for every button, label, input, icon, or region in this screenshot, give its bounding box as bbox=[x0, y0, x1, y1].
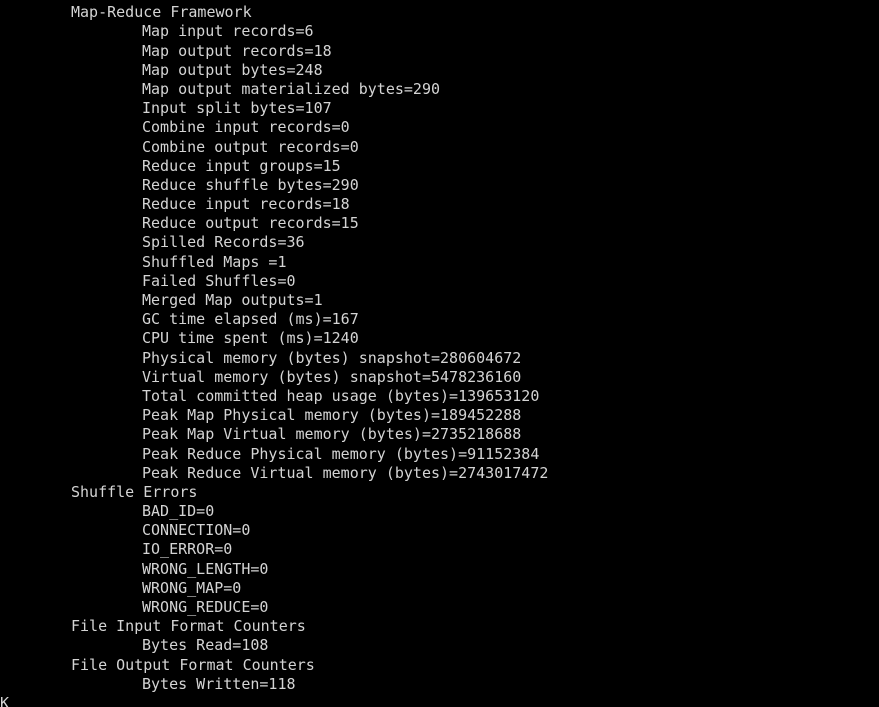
counter-line: IO_ERROR=0 bbox=[142, 540, 233, 559]
counter-line: Input split bytes=107 bbox=[142, 99, 332, 118]
counter-line: Reduce input records=18 bbox=[142, 195, 350, 214]
counter-line: Reduce input groups=15 bbox=[142, 156, 341, 175]
section-header-file-output-format-counters: File Output Format Counters bbox=[71, 655, 315, 674]
section-header-map-reduce-framework: Map-Reduce Framework bbox=[71, 3, 252, 22]
counter-line: Peak Map Physical memory (bytes)=1894522… bbox=[142, 406, 522, 425]
counter-line: CONNECTION=0 bbox=[142, 521, 251, 540]
terminal-window[interactable]: Map-Reduce Framework Map input records=6… bbox=[0, 0, 879, 707]
counter-line: Physical memory (bytes) snapshot=2806046… bbox=[142, 348, 522, 367]
counter-line: Shuffled Maps =1 bbox=[142, 252, 287, 271]
counter-line: WRONG_MAP=0 bbox=[142, 578, 242, 597]
counter-line: Map output records=18 bbox=[142, 41, 332, 60]
counter-line: Reduce shuffle bytes=290 bbox=[142, 175, 359, 194]
counter-line: Bytes Read=108 bbox=[142, 636, 269, 655]
counter-line: WRONG_LENGTH=0 bbox=[142, 559, 269, 578]
counter-line: Map output bytes=248 bbox=[142, 60, 323, 79]
counter-line: Peak Reduce Virtual memory (bytes)=27430… bbox=[142, 463, 549, 482]
counter-line: Failed Shuffles=0 bbox=[142, 271, 296, 290]
counter-line: Combine output records=0 bbox=[142, 137, 359, 156]
counter-line: CPU time spent (ms)=1240 bbox=[142, 329, 359, 348]
counter-line: Bytes Written=118 bbox=[142, 674, 296, 693]
counter-line: Peak Reduce Physical memory (bytes)=9115… bbox=[142, 444, 540, 463]
section-header-file-input-format-counters: File Input Format Counters bbox=[71, 617, 306, 636]
section-header-shuffle-errors: Shuffle Errors bbox=[71, 482, 198, 501]
counter-line: GC time elapsed (ms)=167 bbox=[142, 310, 359, 329]
counter-line: Combine input records=0 bbox=[142, 118, 350, 137]
counter-line: Total committed heap usage (bytes)=13965… bbox=[142, 386, 540, 405]
counter-line: Peak Map Virtual memory (bytes)=27352186… bbox=[142, 425, 522, 444]
counter-line: Spilled Records=36 bbox=[142, 233, 305, 252]
status-line-ok: OK bbox=[0, 693, 10, 707]
counter-line: Merged Map outputs=1 bbox=[142, 291, 323, 309]
counter-line: Virtual memory (bytes) snapshot=54782361… bbox=[142, 367, 522, 386]
counter-line: Reduce output records=15 bbox=[142, 214, 359, 233]
counter-line: Map output materialized bytes=290 bbox=[142, 79, 441, 98]
counter-line: WRONG_REDUCE=0 bbox=[142, 598, 269, 616]
counter-line: BAD_ID=0 bbox=[142, 502, 215, 521]
counter-line: Map input records=6 bbox=[142, 22, 314, 41]
terminal-scroll-region: Map-Reduce Framework Map input records=6… bbox=[0, 0, 879, 707]
